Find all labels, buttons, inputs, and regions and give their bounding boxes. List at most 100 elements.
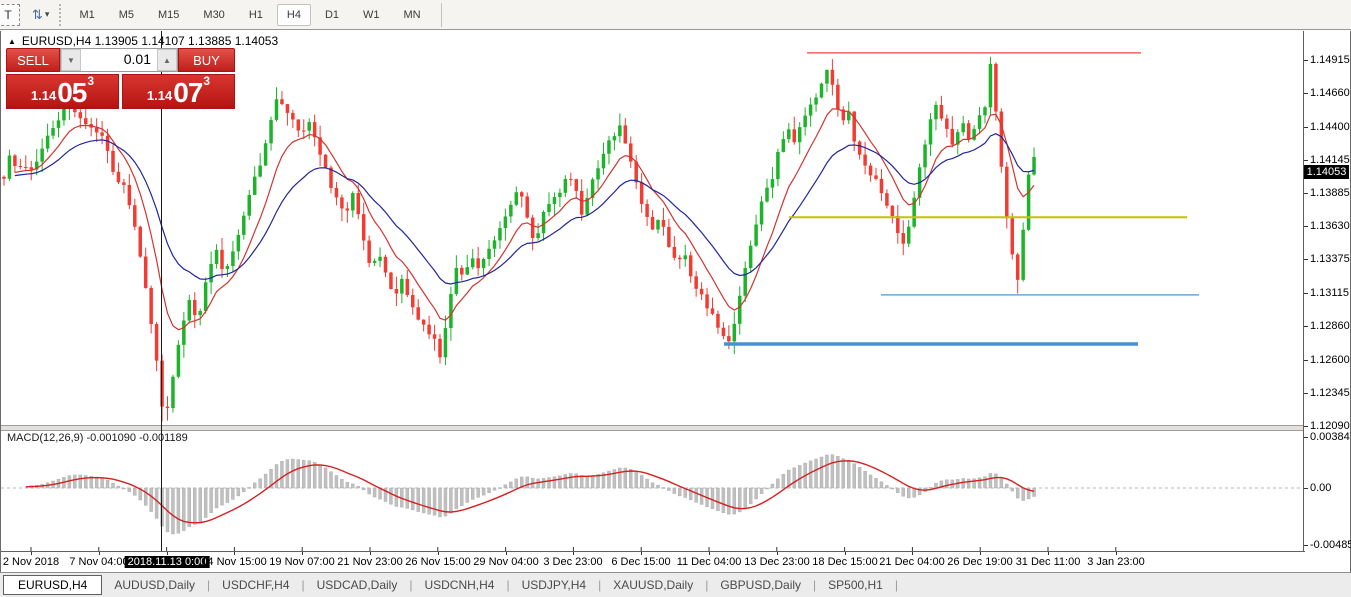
time-axis-label: 11 Dec 04:00 [677,556,742,568]
time-axis-label: 13 Dec 23:00 [744,556,809,568]
macd-axis-label: -0.004856 [1310,539,1351,551]
time-axis-label: 19 Nov 07:00 [269,556,334,568]
time-axis-tick [641,552,642,555]
time-axis-tick [167,552,168,555]
volume-input[interactable]: 0.01 [81,49,157,71]
chart-tab-eurusd[interactable]: EURUSD,H4 [3,575,102,595]
price-axis-label: 1.13885 [1310,187,1350,199]
time-axis-tick [370,552,371,555]
price-axis-tick [1304,360,1308,361]
timeframe-button-w1[interactable]: W1 [353,4,390,26]
vertical-line-object[interactable] [161,31,162,551]
sell-button[interactable]: SELL [6,48,60,72]
price-axis-tick [1304,193,1308,194]
time-axis-tick [302,552,303,555]
time-axis-label: 21 Nov 23:00 [337,556,402,568]
price-axis-label: 1.14400 [1310,121,1350,133]
timeframe-button-m1[interactable]: M1 [69,4,104,26]
price-axis-tick [1304,226,1308,227]
top-toolbar: T ⇅ ▾ M1M5M15M30H1H4D1W1MN [0,0,1351,30]
time-axis-tick [1116,552,1117,555]
macd-axis-label: 0.00 [1310,482,1331,494]
price-axis-tick [1304,259,1308,260]
tab-separator: | [895,578,898,592]
time-axis-label: 14 Nov 15:00 [201,556,266,568]
time-axis-tick [99,552,100,555]
one-click-trade-panel: SELL ▼ 0.01 ▲ BUY 1.14 05 3 1.14 07 3 [6,48,235,109]
chart-tab-usdjpy[interactable]: USDJPY,H4 [510,576,598,594]
time-axis-tick [845,552,846,555]
price-axis[interactable]: 1.149151.146601.144001.141451.138851.136… [1303,31,1350,572]
buy-price-big: 07 [173,80,202,106]
chart-tab-usdchf[interactable]: USDCHF,H4 [210,576,301,594]
toolbar-grip[interactable] [59,4,61,26]
text-tool-icon[interactable]: T [0,4,20,26]
chart-tabs-bar: EURUSD,H4AUDUSD,Daily|USDCHF,H4|USDCAD,D… [0,572,1351,597]
price-axis-tick [1304,326,1308,327]
chevron-down-icon[interactable]: ▾ [45,9,50,20]
macd-axis-label: 0.003847 [1310,431,1351,443]
buy-button[interactable]: BUY [178,48,235,72]
time-axis-label: 18 Dec 15:00 [812,556,877,568]
time-axis-tick [1048,552,1049,555]
time-axis-label: 31 Dec 11:00 [1016,556,1081,568]
time-axis-label: 3 Jan 23:00 [1087,556,1145,568]
timeframe-button-mn[interactable]: MN [394,4,431,26]
price-axis-tick [1304,293,1308,294]
time-axis-badge: 2018.11.13 0:00 [125,556,210,568]
price-axis-label: 1.14660 [1310,87,1350,99]
window-arrow-icon: ▲ [8,37,16,46]
timeframe-button-m30[interactable]: M30 [193,4,234,26]
arrows-tool-icon[interactable]: ⇅ [32,7,43,23]
buy-price-button[interactable]: 1.14 07 3 [122,74,235,109]
time-axis-tick [31,552,32,555]
price-axis-label: 1.13375 [1310,253,1350,265]
timeframe-button-h4[interactable]: H4 [277,4,311,26]
time-axis-label: 26 Dec 19:00 [947,556,1012,568]
time-axis-tick [573,552,574,555]
time-axis-label: 29 Nov 04:00 [473,556,538,568]
timeframe-button-h1[interactable]: H1 [239,4,273,26]
price-axis-tick [1304,60,1308,61]
chart-tab-sp500[interactable]: SP500,H1 [816,576,895,594]
macd-pane[interactable] [1,429,1304,551]
chart-tab-usdcnh[interactable]: USDCNH,H4 [412,576,506,594]
timeframe-button-m5[interactable]: M5 [109,4,144,26]
price-axis-tick [1304,93,1308,94]
chart-tab-xauusd[interactable]: XAUUSD,Daily [601,576,705,594]
sell-price-button[interactable]: 1.14 05 3 [6,74,119,109]
price-axis-tick [1304,160,1308,161]
time-axis-label: 3 Dec 23:00 [543,556,602,568]
macd-axis-tick [1304,488,1308,489]
price-axis-tick [1304,426,1308,427]
price-axis-label: 1.13115 [1310,287,1349,299]
chart-tab-audusd[interactable]: AUDUSD,Daily [102,576,207,594]
time-axis-label: 7 Nov 04:00 [69,556,128,568]
buy-price-sup: 3 [203,75,210,87]
price-axis-label: 1.14915 [1310,54,1350,66]
chart-window[interactable]: ▲ EURUSD,H4 1.13905 1.14107 1.13885 1.14… [0,31,1351,572]
toolbar-separator [441,3,442,27]
timeframe-button-d1[interactable]: D1 [315,4,349,26]
chart-title: ▲ EURUSD,H4 1.13905 1.14107 1.13885 1.14… [8,34,278,48]
volume-decrease-button[interactable]: ▼ [61,49,81,71]
time-axis-label: 26 Nov 15:00 [405,556,470,568]
time-axis[interactable]: 2 Nov 2018 7 Nov 04:002018.11.13 0:0014 N… [1,551,1305,572]
time-axis-tick [234,552,235,555]
timeframe-button-m15[interactable]: M15 [148,4,189,26]
timeframe-buttons: M1M5M15M30H1H4D1W1MN [67,4,432,26]
volume-increase-button[interactable]: ▲ [157,49,177,71]
chart-tab-usdcad[interactable]: USDCAD,Daily [305,576,410,594]
volume-spinner: ▼ 0.01 ▲ [60,48,178,72]
macd-indicator-label: MACD(12,26,9) -0.001090 -0.001189 [7,432,188,444]
buy-price-small: 1.14 [147,86,172,106]
price-axis-tick [1304,393,1308,394]
time-axis-label: 2 Nov 2018 [3,556,59,568]
current-price-badge: 1.14053 [1304,165,1349,179]
macd-axis-tick [1304,437,1308,438]
chart-tab-gbpusd[interactable]: GBPUSD,Daily [708,576,813,594]
macd-axis-tick [1304,545,1308,546]
chart-title-text: EURUSD,H4 1.13905 1.14107 1.13885 1.1405… [22,34,278,48]
price-axis-label: 1.12600 [1310,354,1350,366]
time-axis-tick [912,552,913,555]
